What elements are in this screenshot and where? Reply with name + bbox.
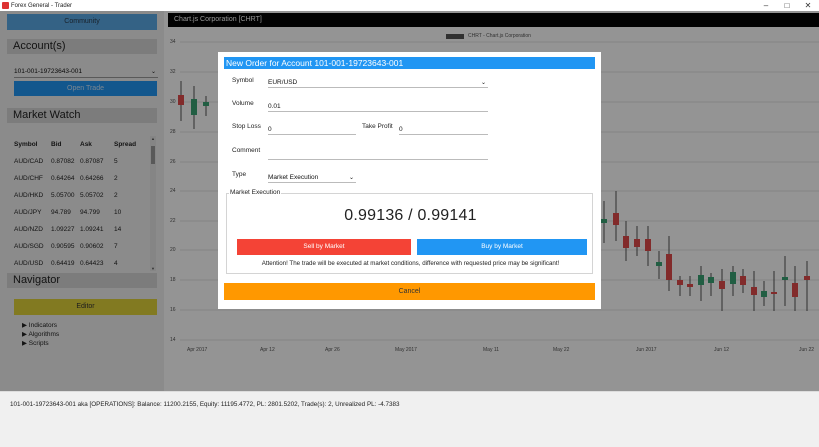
stop-loss-field[interactable]: 0 xyxy=(268,123,356,135)
comment-label: Comment xyxy=(232,147,261,154)
window-title: Forex General - Trader xyxy=(11,2,73,9)
chevron-down-icon: ⌄ xyxy=(480,80,486,86)
maximize-button[interactable]: □ xyxy=(777,0,797,11)
chevron-down-icon: ⌄ xyxy=(348,175,354,181)
bid-ask-price: 0.99136 / 0.99141 xyxy=(344,207,477,224)
symbol-select-value: EUR/USD xyxy=(268,79,298,86)
market-execution-group: Market Execution 0.99136 / 0.99141 Sell … xyxy=(226,189,593,274)
cancel-button[interactable]: Cancel xyxy=(224,283,595,300)
status-bar: 101-001-19723643-001 aka [OPERATIONS]: B… xyxy=(0,391,819,447)
take-profit-field[interactable]: 0 xyxy=(399,123,488,135)
window-titlebar: Forex General - Trader xyxy=(0,0,819,11)
minimize-button[interactable]: – xyxy=(756,0,776,11)
order-type-value: Market Execution xyxy=(268,174,319,181)
volume-label: Volume xyxy=(232,100,254,107)
comment-field[interactable] xyxy=(268,148,488,160)
symbol-label: Symbol xyxy=(232,77,254,84)
dialog-title: New Order for Account 101-001-19723643-0… xyxy=(224,57,595,69)
symbol-select[interactable]: EUR/USD ⌄ xyxy=(268,76,488,88)
type-label: Type xyxy=(232,171,247,178)
sell-by-market-button[interactable]: Sell by Market xyxy=(237,239,411,255)
take-profit-label: Take Profit xyxy=(362,123,393,130)
volume-field[interactable]: 0.01 xyxy=(268,100,488,112)
new-order-dialog: New Order for Account 101-001-19723643-0… xyxy=(218,52,601,309)
close-button[interactable]: ✕ xyxy=(798,0,818,11)
app-icon xyxy=(2,2,9,9)
execution-warning: Attention! The trade will be executed at… xyxy=(261,260,560,267)
order-type-select[interactable]: Market Execution ⌄ xyxy=(268,171,356,183)
buy-by-market-button[interactable]: Buy by Market xyxy=(417,239,587,255)
account-status-text: 101-001-19723643-001 aka [OPERATIONS]: B… xyxy=(10,401,400,408)
stop-loss-label: Stop Loss xyxy=(232,123,261,130)
group-legend: Market Execution xyxy=(229,189,282,196)
